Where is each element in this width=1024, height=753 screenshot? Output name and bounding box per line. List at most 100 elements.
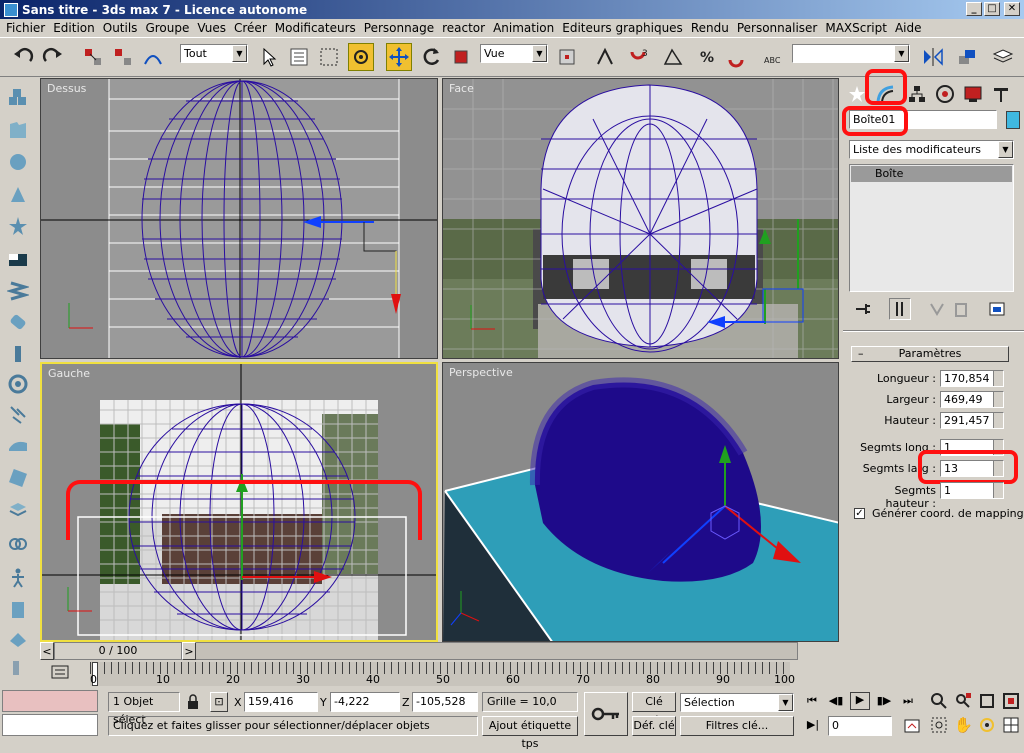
play-icon[interactable]: ▶: [850, 692, 870, 710]
menu-animation[interactable]: Animation: [489, 21, 558, 35]
viewport-left-label[interactable]: Gauche: [48, 367, 90, 380]
angle-snap-icon[interactable]: [660, 43, 686, 71]
constraint-solver-icon[interactable]: [6, 214, 30, 238]
menu-graph-editors[interactable]: Editeurs graphiques: [558, 21, 687, 35]
select-and-rotate-icon[interactable]: [418, 43, 444, 71]
object-color-swatch[interactable]: [1006, 111, 1020, 129]
key-mode-icon[interactable]: ▶|: [804, 718, 822, 734]
cloth-collection-icon[interactable]: [6, 118, 30, 142]
previous-frame-icon[interactable]: <: [40, 642, 54, 660]
minimize-button[interactable]: _: [966, 2, 982, 16]
remove-modifier-icon[interactable]: [951, 300, 971, 318]
zoom-extents-icon[interactable]: [978, 692, 996, 710]
menu-maxscript[interactable]: MAXScript: [821, 21, 891, 35]
stack-item[interactable]: Boîte: [851, 166, 1012, 182]
zoom-extents-all-icon[interactable]: [1002, 692, 1020, 710]
configure-modifier-sets-icon[interactable]: [987, 300, 1007, 318]
width-spinner[interactable]: 469,49: [940, 391, 1004, 408]
plane-icon[interactable]: [6, 248, 30, 272]
select-and-move-icon[interactable]: [386, 43, 412, 71]
track-ruler[interactable]: 0 10 20 30 40 50 60 70 80 90 100: [90, 662, 795, 686]
menu-rendering[interactable]: Rendu: [687, 21, 733, 35]
viewport-perspective-label[interactable]: Perspective: [449, 366, 513, 379]
wind-icon[interactable]: [6, 372, 30, 396]
maxscript-listener-pink[interactable]: [2, 690, 98, 712]
arc-rotate-icon[interactable]: [978, 716, 996, 734]
height-segments-spinner[interactable]: 1: [940, 482, 1004, 499]
modifier-list-dropdown[interactable]: Liste des modificateurs ▼: [849, 140, 1014, 159]
go-to-end-icon[interactable]: ⏭: [898, 694, 918, 710]
set-key-icon[interactable]: [584, 692, 628, 736]
zoom-all-icon[interactable]: [954, 692, 972, 710]
height-spinner[interactable]: 291,457: [940, 412, 1004, 429]
viewport-perspective[interactable]: Perspective: [442, 362, 839, 642]
key-filters-button[interactable]: Filtres clé...: [680, 716, 794, 736]
fracture-icon[interactable]: [6, 402, 30, 426]
auto-key-button[interactable]: Clé auto: [632, 692, 676, 726]
pivot-center-icon[interactable]: [554, 43, 580, 71]
undo-icon[interactable]: [10, 43, 36, 71]
viewport-left[interactable]: Gauche: [40, 362, 438, 642]
align-icon[interactable]: [954, 43, 980, 71]
menu-group[interactable]: Groupe: [141, 21, 193, 35]
hierarchy-tab-icon[interactable]: [905, 82, 929, 106]
water-icon[interactable]: [6, 432, 30, 456]
maxscript-listener-white[interactable]: [2, 714, 98, 736]
menu-edit[interactable]: Edition: [49, 21, 99, 35]
make-unique-icon[interactable]: [927, 300, 947, 318]
analyze-icon[interactable]: [6, 626, 30, 650]
layer-manager-icon[interactable]: [990, 43, 1016, 71]
hinge-icon[interactable]: [6, 532, 30, 556]
time-slider[interactable]: < 0 / 100 >: [40, 642, 840, 660]
percent-snap-icon[interactable]: %: [694, 43, 720, 71]
display-tab-icon[interactable]: [961, 82, 985, 106]
redo-icon[interactable]: [40, 43, 66, 71]
motion-tab-icon[interactable]: [933, 82, 957, 106]
edit-named-selection-icon[interactable]: ABC: [760, 43, 786, 71]
select-object-icon[interactable]: [256, 43, 282, 71]
viewport-front[interactable]: Face: [442, 78, 839, 359]
current-frame-field[interactable]: 0: [828, 716, 892, 736]
bind-space-warp-icon[interactable]: [140, 43, 166, 71]
zoom-region-icon[interactable]: [930, 716, 948, 734]
set-key-button[interactable]: Déf. clé: [632, 716, 676, 736]
spring-icon[interactable]: [6, 278, 30, 302]
next-frame-icon[interactable]: >: [182, 642, 196, 660]
menu-tools[interactable]: Outils: [99, 21, 142, 35]
add-time-tag-button[interactable]: Ajout étiquette tps: [482, 716, 578, 750]
zoom-icon[interactable]: [930, 692, 948, 710]
pan-icon[interactable]: ✋: [954, 716, 973, 734]
parameters-rollout-header[interactable]: – Paramètres: [851, 346, 1009, 362]
open-mini-curve-editor-icon[interactable]: [50, 662, 72, 684]
z-coordinate-field[interactable]: -105,528: [412, 692, 478, 712]
time-configuration-icon[interactable]: [904, 718, 922, 734]
rigid-body-collection-icon[interactable]: [6, 86, 30, 110]
x-coordinate-field[interactable]: 159,416: [244, 692, 318, 712]
absolute-mode-icon[interactable]: ⊡: [210, 692, 228, 712]
menu-customize[interactable]: Personnaliser: [733, 21, 822, 35]
select-by-name-icon[interactable]: [286, 43, 312, 71]
menu-views[interactable]: Vues: [193, 21, 230, 35]
maximize-button[interactable]: □: [984, 2, 1000, 16]
preview-icon[interactable]: [6, 598, 30, 622]
reference-coordinate-dropdown[interactable]: Vue ▼: [480, 44, 548, 63]
toy-car-icon[interactable]: [6, 466, 30, 490]
menu-modifiers[interactable]: Modificateurs: [271, 21, 360, 35]
window-crossing-icon[interactable]: [348, 43, 374, 71]
close-button[interactable]: ✕: [1004, 2, 1020, 16]
menu-reactor[interactable]: reactor: [438, 21, 489, 35]
viewport-top-label[interactable]: Dessus: [47, 82, 86, 95]
utility-icon[interactable]: [6, 656, 30, 680]
dashpot-icon[interactable]: [6, 310, 30, 334]
menu-create[interactable]: Créer: [230, 21, 271, 35]
show-end-result-icon[interactable]: [889, 298, 911, 320]
utilities-tab-icon[interactable]: [989, 82, 1013, 106]
motor-icon[interactable]: [6, 342, 30, 366]
go-to-start-icon[interactable]: ⏮: [802, 694, 822, 710]
named-selection-dropdown[interactable]: ▼: [792, 44, 910, 63]
rectangle-selection-icon[interactable]: [316, 43, 342, 71]
mapping-checkbox[interactable]: ✓: [854, 508, 865, 519]
rope-collection-icon[interactable]: [6, 182, 30, 206]
pin-stack-icon[interactable]: [853, 300, 873, 318]
manipulate-icon[interactable]: [592, 43, 618, 71]
